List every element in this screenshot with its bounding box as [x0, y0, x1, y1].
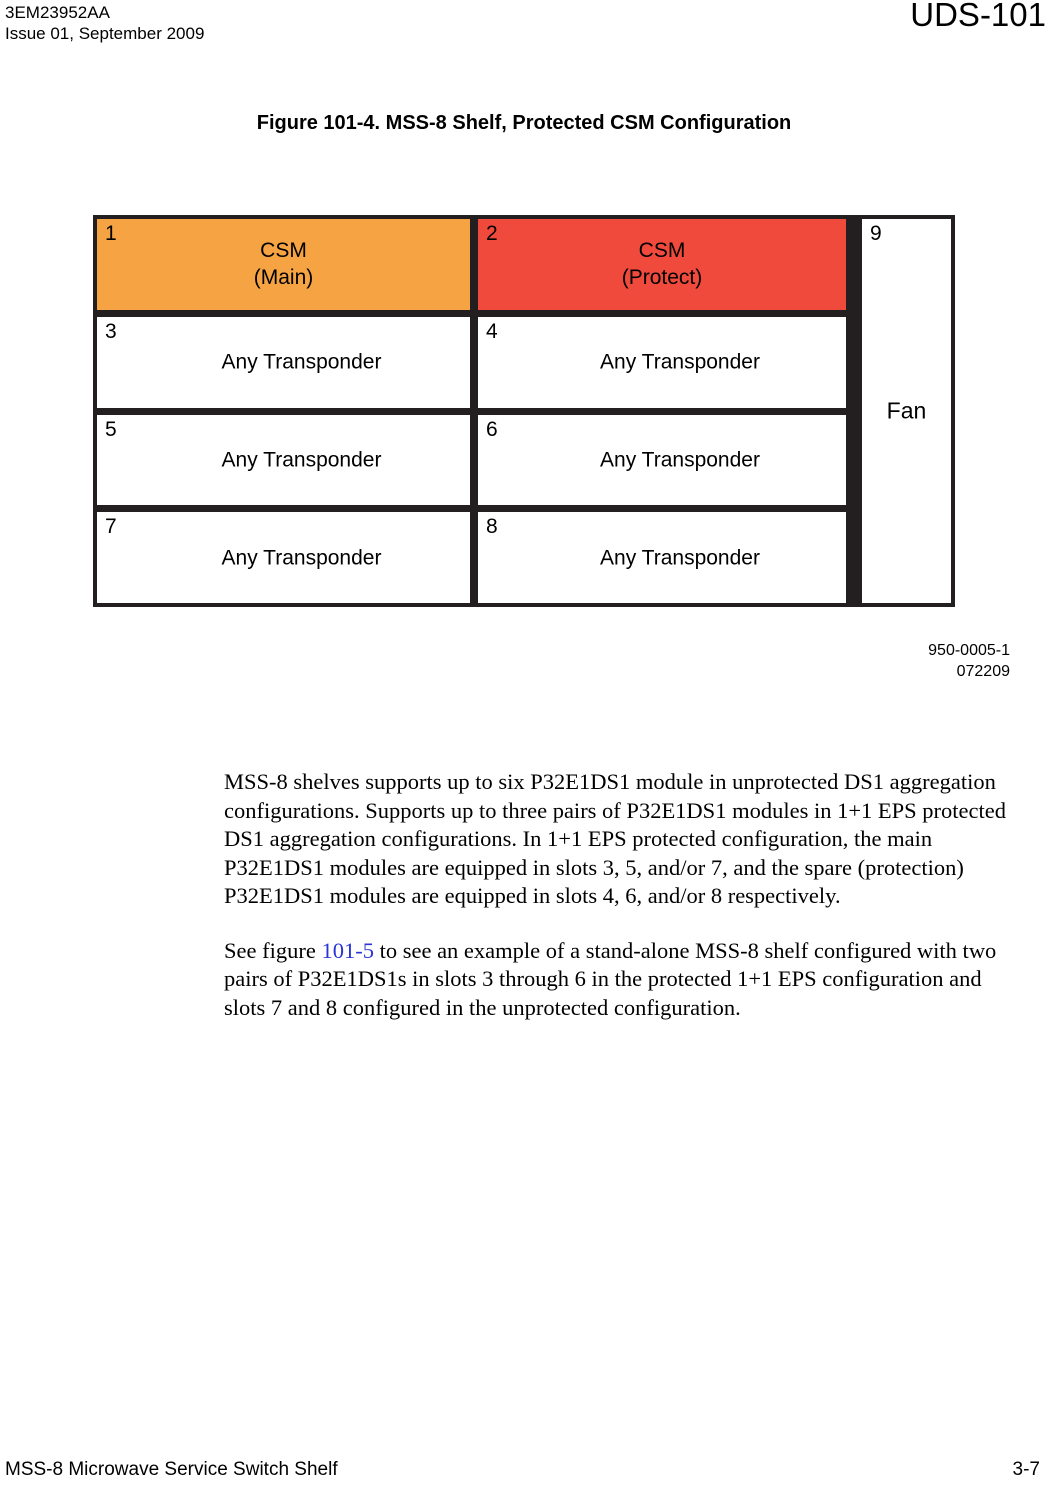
- slot-label: Any Transponder: [600, 350, 760, 374]
- header-section-id: UDS-101: [910, 0, 1046, 33]
- slot-label: Any Transponder: [600, 448, 760, 472]
- header-document-id: 3EM23952AA: [5, 3, 110, 22]
- figure-caption: Figure 101-4. MSS-8 Shelf, Protected CSM…: [256, 112, 792, 134]
- shelf-slot-4[interactable]: 4 Any Transponder: [478, 316, 846, 408]
- shelf-chassis-frame: 1 CSM (Main) 2 CSM (Protect) 3 Any Trans…: [93, 215, 955, 607]
- body-text: MSS-8 shelves supports up to six P32E1DS…: [224, 768, 1024, 1022]
- shelf-row: 3 Any Transponder 4 Any Transponder: [97, 316, 854, 408]
- drawing-number: 950-0005-1: [928, 642, 1010, 659]
- paragraph-1: MSS-8 shelves supports up to six P32E1DS…: [224, 769, 1006, 908]
- shelf-slot-1[interactable]: 1 CSM (Main): [97, 219, 470, 310]
- paragraph-2: See figure 101-5 to see an example of a …: [224, 937, 1024, 1023]
- drawing-date: 072209: [956, 663, 1010, 680]
- header-left-block: 3EM23952AA Issue 01, September 2009: [5, 2, 204, 44]
- slot-label: Any Transponder: [221, 546, 382, 570]
- slot-label-line1: CSM: [260, 239, 307, 263]
- shelf-slot-grid: 1 CSM (Main) 2 CSM (Protect) 3 Any Trans…: [97, 219, 854, 603]
- shelf-slot-5[interactable]: 5 Any Transponder: [97, 414, 470, 506]
- shelf-diagram: 1 CSM (Main) 2 CSM (Protect) 3 Any Trans…: [93, 215, 955, 607]
- slot-label: CSM (Protect): [478, 237, 846, 291]
- page-header: 3EM23952AA Issue 01, September 2009 UDS-…: [0, 0, 1048, 48]
- slot-label-line2: (Protect): [621, 266, 703, 290]
- shelf-row: 7 Any Transponder 8 Any Transponder: [97, 512, 854, 603]
- slot-number: 9: [870, 222, 882, 245]
- shelf-slot-9-fan[interactable]: 9 Fan: [862, 219, 951, 603]
- slot-number: 5: [105, 417, 117, 441]
- shelf-slot-6[interactable]: 6 Any Transponder: [478, 414, 846, 506]
- header-issue-date: Issue 01, September 2009: [5, 24, 205, 43]
- slot-number: 4: [486, 319, 498, 343]
- fan-label: Fan: [886, 397, 927, 424]
- shelf-row: 5 Any Transponder 6 Any Transponder: [97, 414, 854, 506]
- slot-label: Any Transponder: [221, 448, 382, 472]
- slot-label: Any Transponder: [221, 350, 382, 374]
- slot-label: CSM (Main): [97, 237, 470, 291]
- slot-number: 8: [486, 515, 498, 539]
- shelf-slot-8[interactable]: 8 Any Transponder: [478, 512, 846, 603]
- slot-label-line1: CSM: [638, 239, 686, 263]
- slot-number: 3: [105, 319, 117, 343]
- slot-label-line2: (Main): [253, 266, 314, 290]
- page-footer: MSS-8 Microwave Service Switch Shelf 3-7: [0, 1459, 1048, 1485]
- slot-number: 7: [105, 515, 117, 539]
- slot-number: 6: [486, 417, 498, 441]
- footer-title: MSS-8 Microwave Service Switch Shelf: [5, 1459, 338, 1480]
- shelf-slot-3[interactable]: 3 Any Transponder: [97, 316, 470, 408]
- shelf-slot-2[interactable]: 2 CSM (Protect): [478, 219, 846, 310]
- footer-page-number: 3-7: [1012, 1459, 1040, 1480]
- shelf-row: 1 CSM (Main) 2 CSM (Protect): [97, 219, 854, 310]
- drawing-reference: 950-0005-1 072209: [0, 640, 1010, 682]
- slot-label: Any Transponder: [600, 546, 760, 570]
- shelf-slot-7[interactable]: 7 Any Transponder: [97, 512, 470, 603]
- figure-cross-reference-link[interactable]: 101-5: [321, 938, 374, 963]
- paragraph-2-text-before: See figure: [224, 937, 322, 963]
